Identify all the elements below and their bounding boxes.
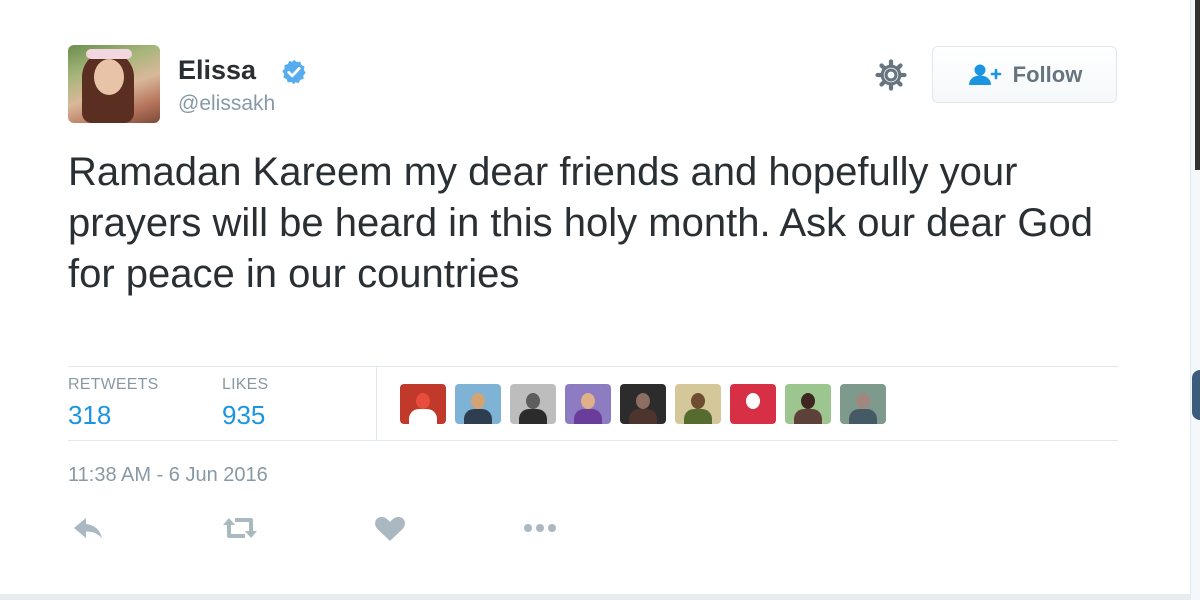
tweet-text: Ramadan Kareem my dear friends and hopef… <box>68 150 1093 296</box>
liker-avatar[interactable] <box>730 384 776 424</box>
liker-avatar-head <box>691 393 705 409</box>
liker-avatar-head <box>526 393 540 409</box>
liker-avatar[interactable] <box>565 384 611 424</box>
avatar[interactable] <box>68 45 160 123</box>
more-icon[interactable] <box>520 512 560 544</box>
tweet-bottom-border <box>0 594 1190 600</box>
liker-avatar-body <box>574 409 602 424</box>
verified-badge-icon <box>282 59 306 85</box>
likers-list <box>400 384 886 424</box>
gear-icon[interactable] <box>874 58 908 92</box>
retweets-count: 318 <box>68 400 112 430</box>
liker-avatar-body <box>409 409 437 424</box>
follow-button-label: Follow <box>1012 61 1083 87</box>
user-name[interactable]: Elissa <box>178 55 256 86</box>
liker-avatar[interactable] <box>455 384 501 424</box>
retweet-icon[interactable] <box>220 512 260 544</box>
like-icon[interactable] <box>370 512 410 544</box>
liker-avatar[interactable] <box>785 384 831 424</box>
liker-avatar-body <box>519 409 547 424</box>
stats-divider-bottom <box>68 440 1118 441</box>
retweets-label: RETWEETS <box>68 376 159 393</box>
liker-avatar-head <box>471 393 485 409</box>
follow-person-icon <box>968 64 1001 85</box>
reply-icon[interactable] <box>70 512 110 544</box>
liker-avatar-head <box>856 393 870 409</box>
liker-avatar-body <box>739 409 767 424</box>
page-scroll-edge <box>1190 0 1200 600</box>
stats-divider-vertical <box>376 366 377 441</box>
avatar-face <box>94 59 124 95</box>
likes-label: LIKES <box>222 376 269 393</box>
edge-dark-strip <box>1195 0 1200 170</box>
liker-avatar[interactable] <box>840 384 886 424</box>
liker-avatar[interactable] <box>510 384 556 424</box>
liker-avatar-body <box>849 409 877 424</box>
tweet-timestamp[interactable]: 11:38 AM - 6 Jun 2016 <box>68 464 268 487</box>
stats-divider-top <box>68 366 1118 367</box>
likes-stat[interactable]: LIKES 935 <box>222 376 268 431</box>
liker-avatar-body <box>794 409 822 424</box>
liker-avatar-head <box>801 393 815 409</box>
liker-avatar-body <box>464 409 492 424</box>
liker-avatar-head <box>416 393 430 409</box>
likes-count: 935 <box>222 400 266 430</box>
liker-avatar[interactable] <box>400 384 446 424</box>
retweets-stat[interactable]: RETWEETS 318 <box>68 376 159 431</box>
avatar-flower-crown <box>86 49 132 59</box>
liker-avatar-head <box>746 393 760 409</box>
liker-avatar-head <box>581 393 595 409</box>
tweet-card: Elissa @elissakh Follow Ramadan Kareem m… <box>0 0 1190 594</box>
follow-button[interactable]: Follow <box>932 46 1117 103</box>
liker-avatar-body <box>629 409 657 424</box>
liker-avatar-head <box>636 393 650 409</box>
edge-avatar-fragment <box>1192 370 1200 420</box>
liker-avatar[interactable] <box>620 384 666 424</box>
liker-avatar[interactable] <box>675 384 721 424</box>
liker-avatar-body <box>684 409 712 424</box>
user-handle[interactable]: @elissakh <box>178 92 275 116</box>
